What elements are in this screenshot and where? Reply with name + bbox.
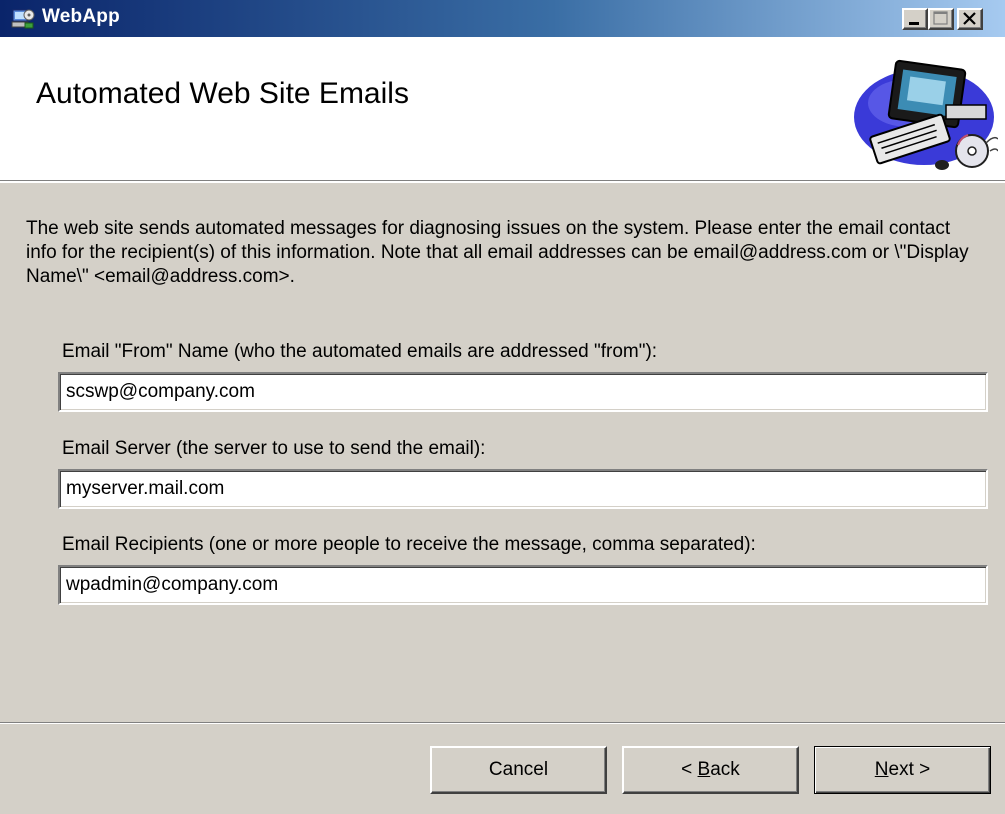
email-server-field[interactable]	[58, 469, 988, 509]
recipients-field[interactable]	[58, 565, 988, 605]
installer-app-icon[interactable]	[11, 6, 35, 30]
minimize-icon	[909, 22, 919, 25]
footer-separator	[0, 722, 1005, 724]
window-title: WebApp	[42, 6, 120, 27]
minimize-button[interactable]	[902, 8, 928, 30]
email-server-label: Email Server (the server to use to send …	[62, 438, 486, 459]
page-title: Automated Web Site Emails	[36, 77, 409, 110]
next-button-label: Next >	[874, 759, 931, 780]
from-name-label: Email "From" Name (who the automated ema…	[62, 341, 658, 362]
close-icon	[963, 12, 976, 25]
from-name-field[interactable]	[58, 372, 988, 412]
description-text: The web site sends automated messages fo…	[26, 218, 969, 287]
computer-with-cd-graphic	[854, 59, 998, 170]
cancel-button[interactable]: Cancel	[430, 746, 607, 794]
cancel-button-label: Cancel	[488, 759, 549, 780]
maximize-icon	[933, 11, 948, 25]
back-button-label: < Back	[681, 759, 740, 780]
title-bar: WebApp	[0, 0, 1005, 37]
back-button[interactable]: < Back	[622, 746, 799, 794]
recipients-label: Email Recipients (one or more people to …	[62, 534, 756, 555]
close-button[interactable]	[957, 8, 983, 30]
maximize-button[interactable]	[928, 8, 954, 30]
next-button[interactable]: Next >	[814, 746, 991, 794]
wizard-header: Automated Web Site Emails	[0, 37, 1005, 183]
